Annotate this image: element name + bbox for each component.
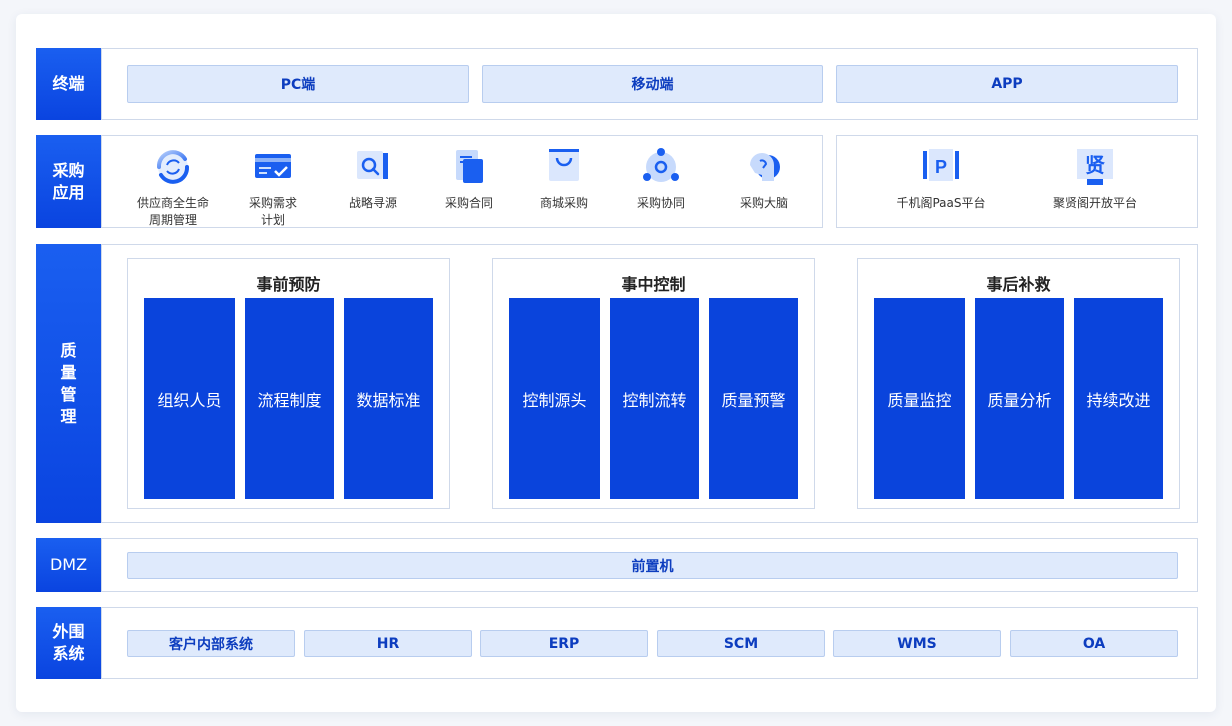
row-label-apps: 采购 应用 xyxy=(36,135,101,228)
app-label: 商城采购 xyxy=(539,196,588,210)
row-label-terminal: 终端 xyxy=(36,48,101,120)
row-label-quality: 质量管理 xyxy=(36,244,101,523)
platform-label: 千机阁PaaS平台 xyxy=(896,196,986,210)
external-chip[interactable]: HR xyxy=(304,630,472,657)
app-label: 采购合同 xyxy=(444,196,493,210)
group-title: 事前预防 xyxy=(256,275,321,294)
platform-paas[interactable]: P 千机阁PaaS平台 xyxy=(891,145,991,212)
collaboration-icon xyxy=(643,148,679,182)
row-label-external-text: 外围 系统 xyxy=(52,622,85,663)
app-collaboration[interactable]: 采购协同 xyxy=(626,145,696,212)
app-label: 采购大脑 xyxy=(739,196,788,210)
external-chip[interactable]: ERP xyxy=(480,630,648,657)
quality-block[interactable]: 控制源头 xyxy=(509,298,600,499)
terminal-chip-app[interactable]: APP xyxy=(836,65,1178,103)
app-mall-purchase[interactable]: 商城采购 xyxy=(529,145,599,212)
open-platform-glyph: 贤 xyxy=(1085,153,1105,177)
magnify-icon xyxy=(357,151,388,179)
cycle-icon xyxy=(157,150,189,184)
open-platform-icon: 贤 xyxy=(1077,149,1113,185)
quality-block[interactable]: 质量预警 xyxy=(709,298,798,499)
app-label: 战略寻源 xyxy=(348,196,397,210)
document-icon xyxy=(456,150,483,183)
app-contract[interactable]: 采购合同 xyxy=(434,145,504,212)
demand-card-icon xyxy=(255,154,291,178)
external-chip[interactable]: 客户内部系统 xyxy=(127,630,295,657)
row-label-dmz-text: DMZ xyxy=(49,555,88,574)
row-label-dmz: DMZ xyxy=(36,538,101,592)
brain-head-icon xyxy=(750,153,780,181)
row-label-external: 外围 系统 xyxy=(36,607,101,679)
app-strategic-sourcing[interactable]: 战略寻源 xyxy=(338,145,408,212)
app-label: 采购需求 计划 xyxy=(248,196,297,227)
row-label-terminal-text: 终端 xyxy=(52,74,85,93)
quality-block[interactable]: 组织人员 xyxy=(144,298,235,499)
external-chip[interactable]: OA xyxy=(1010,630,1178,657)
quality-block[interactable]: 流程制度 xyxy=(245,298,334,499)
terminal-chip-pc[interactable]: PC端 xyxy=(127,65,469,103)
quality-block[interactable]: 数据标准 xyxy=(344,298,433,499)
platform-label: 聚贤阁开放平台 xyxy=(1052,196,1137,210)
quality-block[interactable]: 控制流转 xyxy=(610,298,699,499)
app-supplier-lifecycle[interactable]: 供应商全生命 周期管理 xyxy=(133,145,213,229)
quality-block[interactable]: 质量监控 xyxy=(874,298,965,499)
quality-group-control: 事中控制 控制源头 控制流转 质量预警 xyxy=(492,258,815,509)
row-label-quality-text: 质量管理 xyxy=(60,340,77,426)
quality-group-prevention: 事前预防 组织人员 流程制度 数据标准 xyxy=(127,258,450,509)
external-chip[interactable]: SCM xyxy=(657,630,825,657)
terminal-chip-mobile[interactable]: 移动端 xyxy=(482,65,823,103)
quality-group-remedy: 事后补救 质量监控 质量分析 持续改进 xyxy=(857,258,1180,509)
app-demand-plan[interactable]: 采购需求 计划 xyxy=(238,145,308,229)
group-title: 事中控制 xyxy=(621,275,686,294)
paas-glyph: P xyxy=(935,157,947,177)
quality-block[interactable]: 质量分析 xyxy=(975,298,1064,499)
app-purchase-brain[interactable]: 采购大脑 xyxy=(729,145,799,212)
shopping-bag-icon xyxy=(549,149,579,181)
app-label: 供应商全生命 周期管理 xyxy=(136,196,209,227)
platform-open[interactable]: 贤 聚贤阁开放平台 xyxy=(1045,145,1145,212)
quality-block[interactable]: 持续改进 xyxy=(1074,298,1163,499)
external-chip[interactable]: WMS xyxy=(833,630,1001,657)
dmz-chip-front-server[interactable]: 前置机 xyxy=(127,552,1178,579)
row-label-apps-text: 采购 应用 xyxy=(52,160,85,202)
group-title: 事后补救 xyxy=(986,275,1051,294)
app-label: 采购协同 xyxy=(636,196,685,210)
paas-p-icon: P xyxy=(923,149,959,181)
